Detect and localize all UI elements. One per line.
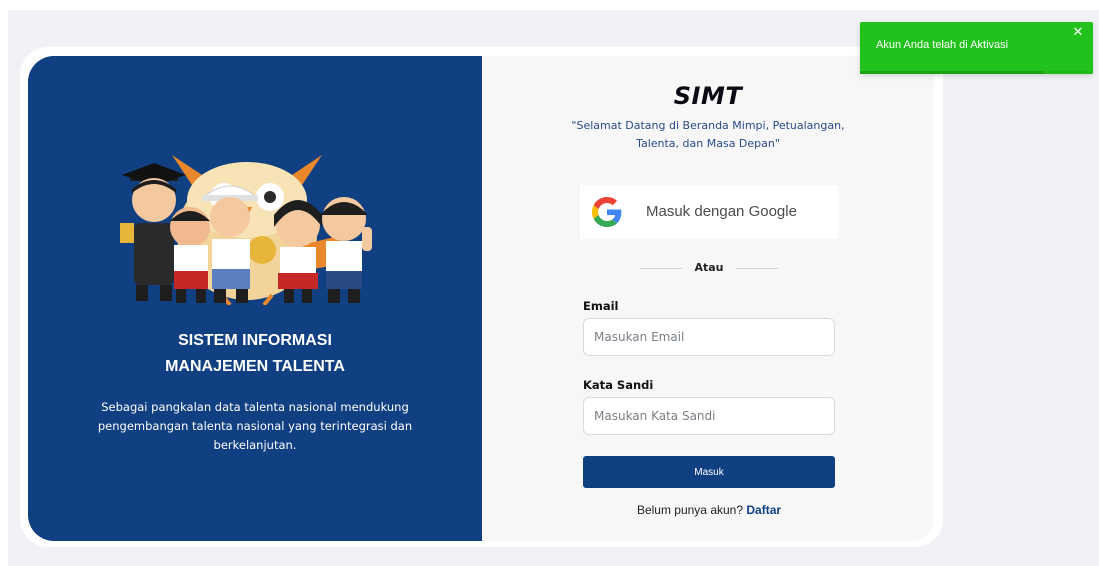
- login-button[interactable]: Masuk: [583, 456, 835, 488]
- students-illustration: [120, 155, 372, 305]
- close-icon[interactable]: ✕: [1071, 26, 1085, 40]
- junior-student: [320, 197, 372, 303]
- password-label: Kata Sandi: [583, 378, 654, 392]
- system-title-line1: SISTEM INFORMASI: [178, 332, 332, 349]
- system-title: SISTEM INFORMASI MANAJEMEN TALENTA: [28, 328, 482, 380]
- toast-progress-bar: [860, 71, 1093, 74]
- success-toast: Akun Anda telah di Aktivasi ✕: [860, 22, 1093, 74]
- elementary-student: [170, 207, 210, 303]
- system-description: Sebagai pangkalan data talenta nasional …: [97, 400, 413, 452]
- toast-progress-fill: [860, 71, 1045, 74]
- brand-title: SIMT: [673, 82, 743, 110]
- register-prompt-text: Belum punya akun?: [636, 503, 744, 517]
- system-title-line2: MANAJEMEN TALENTA: [165, 358, 345, 375]
- girl-student: [274, 200, 322, 303]
- register-link[interactable]: Daftar: [746, 503, 781, 517]
- or-divider: Atau: [640, 260, 778, 278]
- divider-line-right: [736, 268, 778, 269]
- google-login-label: Masuk dengan Google: [646, 203, 797, 220]
- password-field[interactable]: [583, 397, 835, 435]
- toast-message: Akun Anda telah di Aktivasi: [876, 39, 1009, 51]
- email-label: Email: [583, 299, 619, 313]
- brand-tagline: "Selamat Datang di Beranda Mimpi, Petual…: [571, 119, 845, 150]
- google-icon: [592, 197, 622, 227]
- google-login-button[interactable]: Masuk dengan Google: [580, 185, 838, 239]
- register-prompt: Belum punya akun? Daftar: [583, 503, 835, 517]
- email-field[interactable]: [583, 318, 835, 356]
